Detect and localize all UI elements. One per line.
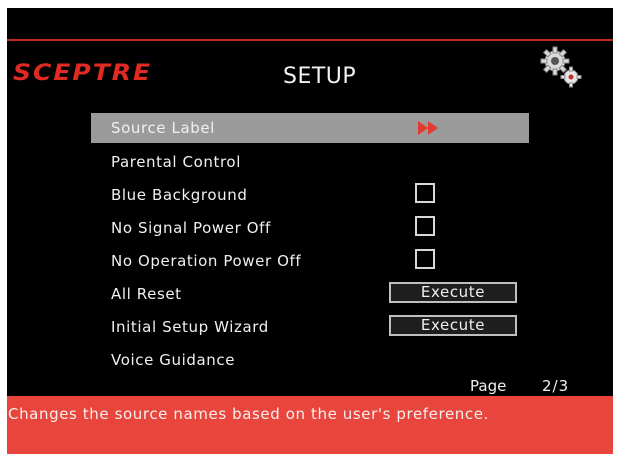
- page-title: SETUP: [283, 64, 357, 89]
- blue-background-checkbox[interactable]: [415, 183, 435, 203]
- page-number: 2/3: [542, 377, 570, 395]
- menu-item-label: All Reset: [111, 285, 182, 303]
- initial-setup-wizard-execute-button[interactable]: Execute: [389, 315, 517, 336]
- menu-item-all-reset[interactable]: All Reset Execute: [91, 279, 529, 309]
- menu-item-label: Source Label: [111, 119, 215, 137]
- menu-item-label: No Signal Power Off: [111, 219, 271, 237]
- no-operation-power-off-checkbox[interactable]: [415, 249, 435, 269]
- menu-item-label: Voice Guidance: [111, 351, 236, 369]
- menu-item-source-label[interactable]: Source Label: [91, 113, 529, 143]
- menu-item-no-operation-power-off[interactable]: No Operation Power Off: [91, 246, 529, 276]
- gears-icon: [540, 46, 582, 88]
- brand-logo: SCEPTRE: [13, 59, 153, 86]
- menu-item-no-signal-power-off[interactable]: No Signal Power Off: [91, 213, 529, 243]
- menu-item-label: No Operation Power Off: [111, 252, 302, 270]
- menu-item-voice-guidance[interactable]: Voice Guidance: [91, 345, 529, 375]
- page-label: Page: [470, 377, 507, 395]
- tv-screen: SCEPTRE SETUP Source Label Parental Cont…: [7, 8, 613, 454]
- menu-item-label: Blue Background: [111, 186, 248, 204]
- top-divider: [7, 39, 613, 41]
- help-text: Changes the source names based on the us…: [8, 405, 489, 423]
- help-bar: Changes the source names based on the us…: [7, 396, 613, 454]
- no-signal-power-off-checkbox[interactable]: [415, 216, 435, 236]
- menu-item-label: Parental Control: [111, 153, 241, 171]
- menu-item-initial-setup-wizard[interactable]: Initial Setup Wizard Execute: [91, 312, 529, 342]
- menu-item-parental-control[interactable]: Parental Control: [91, 147, 529, 177]
- arrows-icon: [418, 121, 438, 135]
- menu-item-blue-background[interactable]: Blue Background: [91, 180, 529, 210]
- menu-item-label: Initial Setup Wizard: [111, 318, 269, 336]
- all-reset-execute-button[interactable]: Execute: [389, 282, 517, 303]
